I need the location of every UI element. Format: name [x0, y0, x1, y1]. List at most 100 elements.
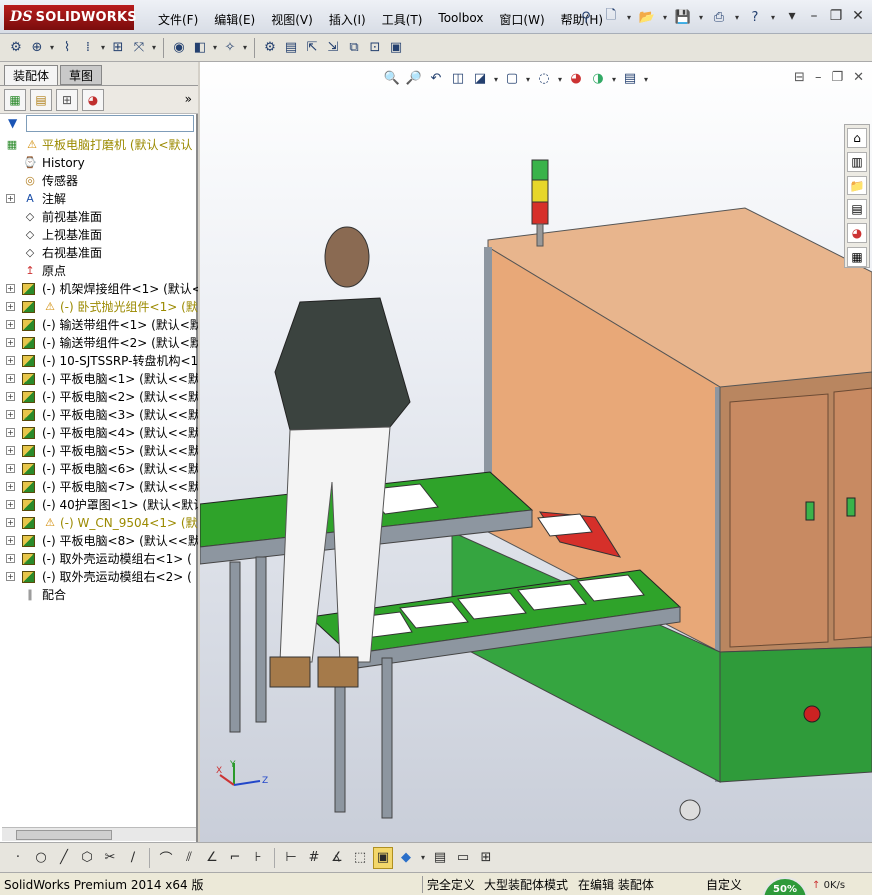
trim-icon[interactable]: ✂ [100, 847, 120, 869]
restore-icon[interactable]: ❐ [826, 6, 846, 26]
tree-item[interactable]: + (-) 平板电脑<1> (默认<<默 [0, 370, 198, 388]
bill-of-materials-icon[interactable]: ▤ [281, 37, 301, 59]
design-library-icon[interactable]: ▥ [847, 151, 867, 172]
tree-item[interactable]: + (-) 平板电脑<4> (默认<<默 [0, 424, 198, 442]
window-layout-icon[interactable]: ▭ [453, 847, 473, 869]
tree-item[interactable]: ▦ ⚠ 平板电脑打磨机 (默认<默认 [0, 136, 198, 154]
construction-line-icon[interactable]: ∠ [202, 847, 222, 869]
display-mode-icon[interactable]: ◆ [396, 847, 416, 869]
display-style-icon[interactable]: ▢ [502, 68, 522, 88]
display-mode-dropdown-icon[interactable]: ▾ [419, 847, 427, 869]
expand-toggle-icon[interactable]: + [6, 428, 15, 437]
filter-icon[interactable]: ▼ [8, 116, 17, 130]
file-explorer-icon[interactable]: 📁 [847, 175, 867, 196]
tree-item[interactable]: + (-) 平板电脑<8> (默认<<默 [0, 532, 198, 550]
angle-icon[interactable]: ∡ [327, 847, 347, 869]
grid-icon[interactable]: # [304, 847, 324, 869]
appearances-icon[interactable]: ◕ [847, 223, 867, 244]
reference-geometry-icon[interactable]: ✧ [220, 37, 240, 59]
smart-dimension-icon[interactable]: ⊢ [281, 847, 301, 869]
circle-icon[interactable]: ○ [31, 847, 51, 869]
new-doc-icon[interactable]: 🗋 [600, 6, 622, 28]
help-icon[interactable]: ? [744, 6, 766, 28]
solidworks-resources-icon[interactable]: ⌂ [847, 128, 867, 148]
expand-toggle-icon[interactable]: + [6, 374, 15, 383]
menu-file[interactable]: 文件(F) [150, 9, 206, 30]
menu-window[interactable]: 窗口(W) [491, 9, 552, 30]
tree-item[interactable]: ◇ 前视基准面 [0, 208, 198, 226]
assembly-features-icon[interactable]: ◧ [190, 37, 210, 59]
menu-toolbox[interactable]: Toolbox [430, 9, 491, 30]
pattern-dropdown-icon[interactable]: ▾ [99, 37, 107, 59]
section-view-icon[interactable]: ◫ [448, 68, 468, 88]
menu-view[interactable]: 视图(V) [263, 9, 321, 30]
tree-item[interactable]: + (-) 平板电脑<2> (默认<<默 [0, 388, 198, 406]
solidworks-logo[interactable]: DS SOLIDWORKS [4, 5, 137, 30]
tab-sketch[interactable]: 草图 [60, 65, 103, 85]
tab-assembly[interactable]: 装配体 [4, 65, 59, 85]
tree-item[interactable]: + (-) 机架焊接组件<1> (默认< [0, 280, 198, 298]
restore-doc-icon[interactable]: ❐ [831, 70, 843, 85]
centerline-icon[interactable]: ∕ [123, 847, 143, 869]
polygon-icon[interactable]: ⬡ [77, 847, 97, 869]
tree-item[interactable]: ◇ 上视基准面 [0, 226, 198, 244]
save-icon[interactable]: 💾 [672, 6, 694, 28]
property-manager-icon[interactable]: ▤ [30, 88, 52, 111]
filter-input[interactable] [26, 115, 194, 132]
tree-item[interactable]: + (-) 输送带组件<2> (默认<默 [0, 334, 198, 352]
parts-list-icon[interactable]: ▤ [430, 847, 450, 869]
tile-view-icon[interactable]: ⊞ [476, 847, 496, 869]
expand-toggle-icon[interactable]: + [6, 410, 15, 419]
tree-item[interactable]: + ⚠ (-) W_CN_9504<1> (默认< [0, 514, 198, 532]
save-dropdown-icon[interactable]: ▾ [697, 6, 705, 28]
expand-toggle-icon[interactable]: + [6, 572, 15, 581]
tree-horizontal-scrollbar[interactable] [2, 827, 196, 841]
linear-pattern-icon[interactable]: ⁞ [78, 37, 98, 59]
tree-item[interactable]: ∥ 配合 [0, 586, 198, 604]
tree-item[interactable]: + A 注解 [0, 190, 198, 208]
help-dropdown-icon[interactable]: ▾ [769, 6, 777, 28]
expand-toggle-icon[interactable]: + [6, 392, 15, 401]
move-component-icon[interactable]: ⤧ [129, 37, 149, 59]
hide-show-items-icon[interactable]: ◌ [534, 68, 554, 88]
show-hidden-icon[interactable]: ◉ [169, 37, 189, 59]
tree-item[interactable]: + (-) 取外壳运动模组右<2> ( [0, 568, 198, 586]
corner-rectangle-icon[interactable]: ⌐ [225, 847, 245, 869]
expand-toggle-icon[interactable]: + [6, 284, 15, 293]
tree-item[interactable]: + (-) 10-SJTSSRP-转盘机构<1 [0, 352, 198, 370]
zoom-to-area-icon[interactable]: 🔎 [404, 68, 424, 88]
view-orientation-dropdown-icon[interactable]: ▾ [492, 68, 500, 90]
insert-dropdown-icon[interactable]: ▾ [48, 37, 56, 59]
point-icon[interactable]: · [8, 847, 28, 869]
edit-appearance-icon[interactable]: ◕ [566, 68, 586, 88]
tree-item[interactable]: + (-) 平板电脑<3> (默认<<默 [0, 406, 198, 424]
open-icon[interactable]: 📂 [636, 6, 658, 28]
menu-edit[interactable]: 编辑(E) [206, 9, 263, 30]
apply-scene-icon[interactable]: ◑ [588, 68, 608, 88]
minimize-icon[interactable]: – [804, 6, 824, 26]
exploded-view-icon[interactable]: ⇱ [302, 37, 322, 59]
view-palette-icon[interactable]: ▤ [847, 199, 867, 220]
tree-item[interactable]: + (-) 输送带组件<1> (默认<默 [0, 316, 198, 334]
print-dropdown-icon[interactable]: ▾ [733, 6, 741, 28]
clearance-icon[interactable]: ⊡ [365, 37, 385, 59]
feature-tree-icon[interactable]: ▦ [4, 88, 26, 111]
expand-toggle-icon[interactable]: + [6, 554, 15, 563]
tree-item[interactable]: ◎ 传感器 [0, 172, 198, 190]
move-dropdown-icon[interactable]: ▾ [150, 37, 158, 59]
instant3d-icon[interactable]: ▣ [386, 37, 406, 59]
more-tabs-icon[interactable]: » [185, 92, 192, 106]
features-dropdown-icon[interactable]: ▾ [211, 37, 219, 59]
menu-tools[interactable]: 工具(T) [374, 9, 431, 30]
expand-toggle-icon[interactable]: + [6, 338, 15, 347]
pin-menu-icon[interactable]: ⚲ [575, 6, 597, 28]
expand-toggle-icon[interactable]: + [6, 320, 15, 329]
tree-item[interactable]: + (-) 取外壳运动模组右<1> ( [0, 550, 198, 568]
tree-item[interactable]: + (-) 平板电脑<6> (默认<<默 [0, 460, 198, 478]
line-icon[interactable]: ╱ [54, 847, 74, 869]
expand-toggle-icon[interactable]: + [6, 194, 15, 203]
scene-dropdown-icon[interactable]: ▾ [610, 68, 618, 90]
custom-units[interactable]: 自定义 [706, 876, 742, 893]
mate-icon[interactable]: ⌇ [57, 37, 77, 59]
expand-toggle-icon[interactable]: + [6, 500, 15, 509]
